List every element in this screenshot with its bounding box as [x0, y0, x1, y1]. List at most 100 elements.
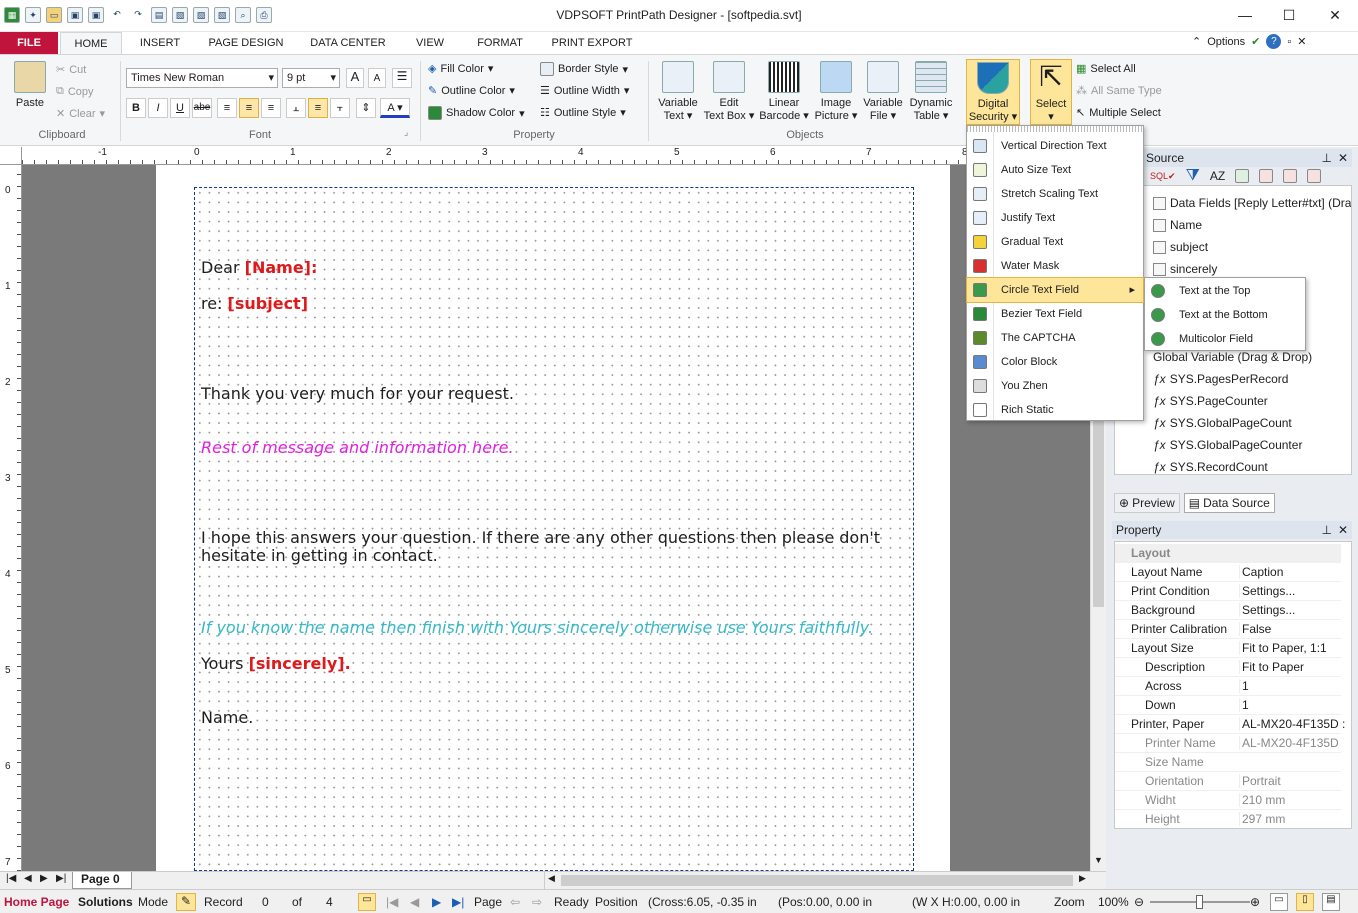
scroll-right-icon[interactable]: ▶	[1079, 873, 1086, 884]
sort-icon[interactable]: AZ	[1210, 169, 1225, 183]
grow-font-button[interactable]: A	[346, 68, 364, 88]
tab-data-source[interactable]: ▤ Data Source	[1183, 493, 1275, 513]
pin-icon[interactable]: ⊥	[1322, 149, 1332, 167]
variable-text-button[interactable]: Variable Text ▾	[654, 61, 702, 123]
property-row[interactable]: Across 1	[1115, 677, 1341, 696]
tree-item-global[interactable]: ƒx SYS.RecordCount	[1153, 460, 1268, 474]
strikethrough-button[interactable]: abe	[192, 98, 212, 118]
outline-color-button[interactable]: ✎ Outline Color ▾	[428, 84, 515, 98]
zoom-in-icon[interactable]: ⊕	[1250, 895, 1260, 909]
help-icon[interactable]: ?	[1266, 34, 1282, 49]
property-value[interactable]: Settings...	[1239, 584, 1295, 598]
page-back-icon[interactable]: ⇦	[510, 895, 520, 909]
valign-bottom-icon[interactable]: ⫟	[330, 98, 350, 118]
menu-item-color-block[interactable]: Color Block	[967, 350, 1143, 374]
menu-item-rich-static[interactable]: Rich Static	[967, 398, 1143, 422]
multiple-select-button[interactable]: ↖ Multiple Select	[1076, 106, 1161, 120]
menu-item-vertical-direction-text[interactable]: Vertical Direction Text	[967, 134, 1143, 158]
record-value[interactable]: 0	[262, 895, 269, 909]
hope-text-line2[interactable]: hesitate in getting in contact.	[201, 546, 438, 565]
italic-button[interactable]: I	[148, 98, 168, 118]
bold-button[interactable]: B	[126, 98, 146, 118]
outline-width-button[interactable]: ☰ Outline Width ▾	[540, 84, 629, 98]
fit-page-icon[interactable]: ▭	[1270, 893, 1288, 911]
next-page-icon[interactable]: ▶	[40, 873, 48, 884]
first-page-icon[interactable]: |◀	[6, 873, 16, 884]
line-spacing-icon[interactable]: ⇕	[356, 98, 376, 118]
options-button[interactable]: Options	[1207, 36, 1245, 48]
list-icon[interactable]: ☰	[392, 68, 412, 88]
page-forward-icon[interactable]: ⇨	[532, 895, 542, 909]
close-doc-icon[interactable]: ✕	[1297, 35, 1306, 48]
prev-record-icon[interactable]: ◀	[410, 895, 419, 909]
fit-width-icon[interactable]: ▯	[1296, 893, 1314, 911]
global-variable-root[interactable]: Global Variable (Drag & Drop)	[1153, 350, 1312, 364]
property-value[interactable]: Caption	[1239, 565, 1283, 579]
digital-security-button[interactable]: Digital Security ▾	[966, 59, 1020, 125]
image-picture-button[interactable]: Image Picture ▾	[812, 61, 860, 123]
tree-item-global[interactable]: ƒx SYS.PageCounter	[1153, 394, 1268, 408]
solutions-tab[interactable]: Solutions	[78, 895, 133, 909]
shadow-color-button[interactable]: Shadow Color ▾	[428, 106, 525, 120]
close-panel-icon[interactable]: ✕	[1338, 149, 1348, 167]
property-value[interactable]: Portrait	[1239, 774, 1281, 788]
yours-line[interactable]: Yours [sincerely].	[201, 654, 351, 673]
tab-format[interactable]: FORMAT	[468, 32, 532, 54]
tab-print-export[interactable]: PRINT EXPORT	[544, 32, 640, 54]
tab-insert[interactable]: INSERT	[128, 32, 192, 54]
add-field-icon[interactable]	[1235, 169, 1250, 183]
property-row[interactable]: Widht 210 mm	[1115, 791, 1341, 810]
thanks-text[interactable]: Thank you very much for your request.	[201, 384, 514, 403]
menu-item-the-captcha[interactable]: The CAPTCHA	[967, 326, 1143, 350]
scroll-thumb[interactable]	[561, 875, 1073, 886]
tab-data-center[interactable]: DATA CENTER	[302, 32, 394, 54]
menu-item-you-zhen[interactable]: You Zhen	[967, 374, 1143, 398]
options-check-icon[interactable]: ✔	[1251, 35, 1260, 48]
menu-item-gradual-text[interactable]: Gradual Text	[967, 230, 1143, 254]
tree-item-global[interactable]: ƒx SYS.GlobalPageCount	[1153, 416, 1292, 430]
scroll-left-icon[interactable]: ◀	[548, 873, 555, 884]
dynamic-table-button[interactable]: Dynamic Table ▾	[906, 61, 956, 123]
zoom-out-icon[interactable]: ⊖	[1134, 895, 1144, 909]
property-row[interactable]: Printer Calibration False	[1115, 620, 1341, 639]
menu-item-circle-text-field[interactable]: Circle Text Field ▸	[966, 277, 1144, 303]
cut-button[interactable]: ✂ Cut	[56, 63, 86, 77]
align-left-icon[interactable]: ≡	[217, 98, 237, 118]
select-button[interactable]: ⇱ Select ▾	[1030, 59, 1072, 125]
tab-file[interactable]: FILE	[0, 32, 58, 54]
menu-item-water-mask[interactable]: Water Mask	[967, 254, 1143, 278]
menu-item-stretch-scaling-text[interactable]: Stretch Scaling Text	[967, 182, 1143, 206]
outline-style-button[interactable]: ☷ Outline Style ▾	[540, 106, 626, 120]
remove-field-icon[interactable]	[1307, 169, 1322, 183]
property-value[interactable]: AL-MX20-4F135D	[1239, 736, 1339, 750]
fill-color-button[interactable]: ◈ Fill Color ▾	[428, 62, 493, 76]
home-page-tab[interactable]: Home Page	[4, 895, 69, 909]
tree-item-global[interactable]: ƒx SYS.GlobalPageCounter	[1153, 438, 1302, 452]
sincerely-field[interactable]: [sincerely].	[249, 654, 351, 673]
tree-item-name[interactable]: Name	[1153, 218, 1202, 232]
valign-middle-icon[interactable]: ≡	[308, 98, 328, 118]
delete-field-icon[interactable]	[1283, 169, 1298, 183]
tab-page-design[interactable]: PAGE DESIGN	[198, 32, 294, 54]
variable-file-button[interactable]: Variable File ▾	[860, 61, 906, 123]
edit-field-icon[interactable]	[1259, 169, 1274, 183]
name-field[interactable]: [Name]:	[245, 258, 318, 277]
filter-icon[interactable]: ⧩	[1186, 167, 1200, 185]
submenu-item-text-at-the-bottom[interactable]: Text at the Bottom	[1145, 303, 1305, 327]
menu-item-bezier-text-field[interactable]: Bezier Text Field	[967, 302, 1143, 326]
tab-preview[interactable]: ⊕ Preview	[1114, 493, 1180, 513]
property-row[interactable]: Printer Name AL-MX20-4F135D	[1115, 734, 1341, 753]
name-closing-text[interactable]: Name.	[201, 708, 253, 727]
menu-item-justify-text[interactable]: Justify Text	[967, 206, 1143, 230]
close-button[interactable]: ✕	[1312, 0, 1358, 30]
pin-icon[interactable]: ⊥	[1322, 521, 1332, 539]
select-all-button[interactable]: ▦ Select All	[1076, 62, 1136, 76]
font-family-select[interactable]: Times New Roman ▾	[126, 68, 278, 88]
page-view-icon[interactable]: ▭	[358, 893, 376, 911]
border-style-button[interactable]: Border Style ▾	[540, 62, 628, 76]
all-same-type-button[interactable]: ⁂ All Same Type	[1076, 84, 1162, 98]
align-center-icon[interactable]: ≡	[239, 98, 259, 118]
close-panel-icon[interactable]: ✕	[1338, 521, 1348, 539]
sql-icon[interactable]: SQL✔	[1150, 171, 1176, 182]
prev-page-icon[interactable]: ◀	[24, 873, 32, 884]
